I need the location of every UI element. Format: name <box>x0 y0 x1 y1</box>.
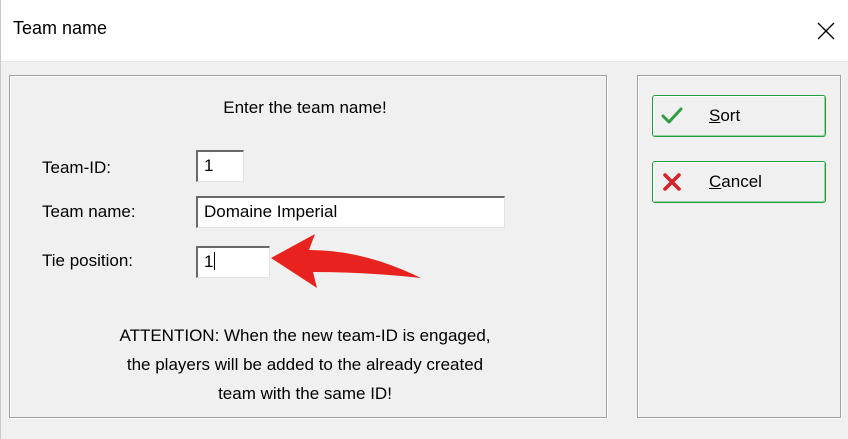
checkmark-icon <box>661 105 683 127</box>
close-icon <box>817 22 835 40</box>
team-name-field[interactable]: Domaine Imperial <box>196 196 505 228</box>
team-id-field[interactable]: 1 <box>196 150 244 182</box>
tie-position-label: Tie position: <box>42 251 134 270</box>
window-title: Team name <box>13 18 108 38</box>
button-panel: Sort Cancel <box>637 75 841 418</box>
dialog-window: Team name Enter the team name! Team-ID: … <box>0 0 848 439</box>
sort-button[interactable]: Sort <box>652 95 826 137</box>
form-heading: Enter the team name! <box>223 98 387 117</box>
note-line-2: the players will be added to the already… <box>126 355 484 374</box>
tie-position-field[interactable]: 1 <box>196 246 270 278</box>
title-bar: Team name <box>1 0 848 62</box>
team-id-label: Team-ID: <box>42 158 111 177</box>
close-button[interactable] <box>803 0 848 62</box>
attention-note: ATTENTION: When the new team-ID is engag… <box>10 321 600 408</box>
annotation-arrow-icon <box>271 234 421 288</box>
tie-position-value: 1 <box>204 252 214 271</box>
cancel-button[interactable]: Cancel <box>652 161 826 203</box>
team-name-label: Team name: <box>42 202 136 221</box>
note-line-3: team with the same ID! <box>218 384 392 403</box>
cancel-button-label: Cancel <box>709 172 762 191</box>
team-id-value: 1 <box>204 156 214 175</box>
red-x-icon <box>661 171 683 193</box>
sort-button-label: Sort <box>709 106 741 125</box>
text-cursor <box>214 252 216 270</box>
team-name-value: Domaine Imperial <box>204 202 338 221</box>
note-line-1: ATTENTION: When the new team-ID is engag… <box>119 326 491 345</box>
